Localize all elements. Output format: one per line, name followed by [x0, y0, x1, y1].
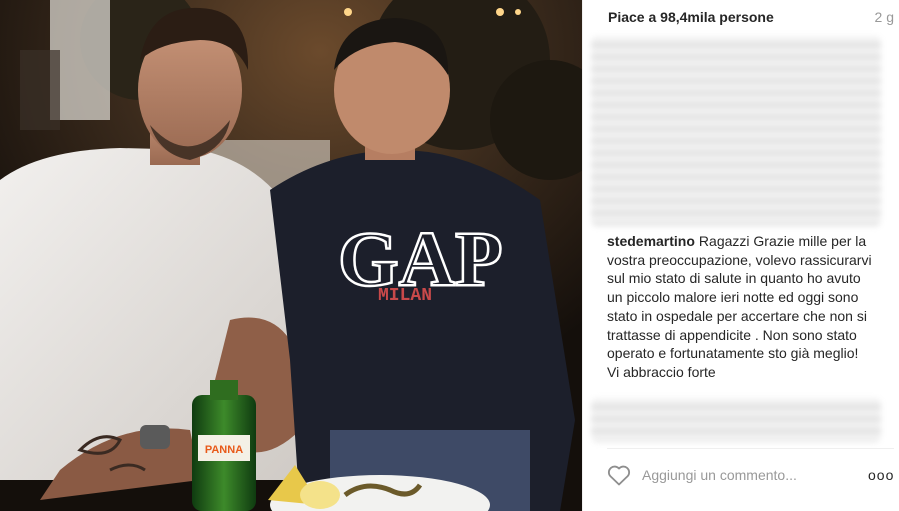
heart-icon[interactable] [607, 464, 631, 486]
blurred-comments-bottom [591, 398, 881, 442]
blurred-comments-top [591, 36, 881, 226]
post-details-panel: Piace a 98,4mila persone 2 g stedemartin… [582, 0, 899, 511]
caption-comment: stedemartino Ragazzi Grazie mille per la … [607, 232, 873, 382]
post-age[interactable]: 2 g [875, 9, 894, 25]
likes-row: Piace a 98,4mila persone 2 g [608, 7, 894, 27]
instagram-post: GAP MILAN PANNA Piace a 98,4mila persone… [0, 0, 899, 511]
more-options-icon[interactable]: ooo [868, 467, 894, 483]
photo-illustration: GAP MILAN PANNA [0, 0, 582, 511]
bottle-label-text: PANNA [205, 444, 243, 456]
likes-count[interactable]: Piace a 98,4mila persone [608, 9, 774, 25]
divider [607, 448, 894, 449]
shirt-city-text: MILAN [378, 286, 432, 306]
post-photo[interactable]: GAP MILAN PANNA [0, 0, 582, 511]
comment-username[interactable]: stedemartino [607, 233, 695, 249]
comment-text: Ragazzi Grazie mille per la vostra preoc… [607, 233, 872, 380]
add-comment-input[interactable] [642, 467, 868, 483]
add-comment-row: ooo [607, 460, 894, 490]
